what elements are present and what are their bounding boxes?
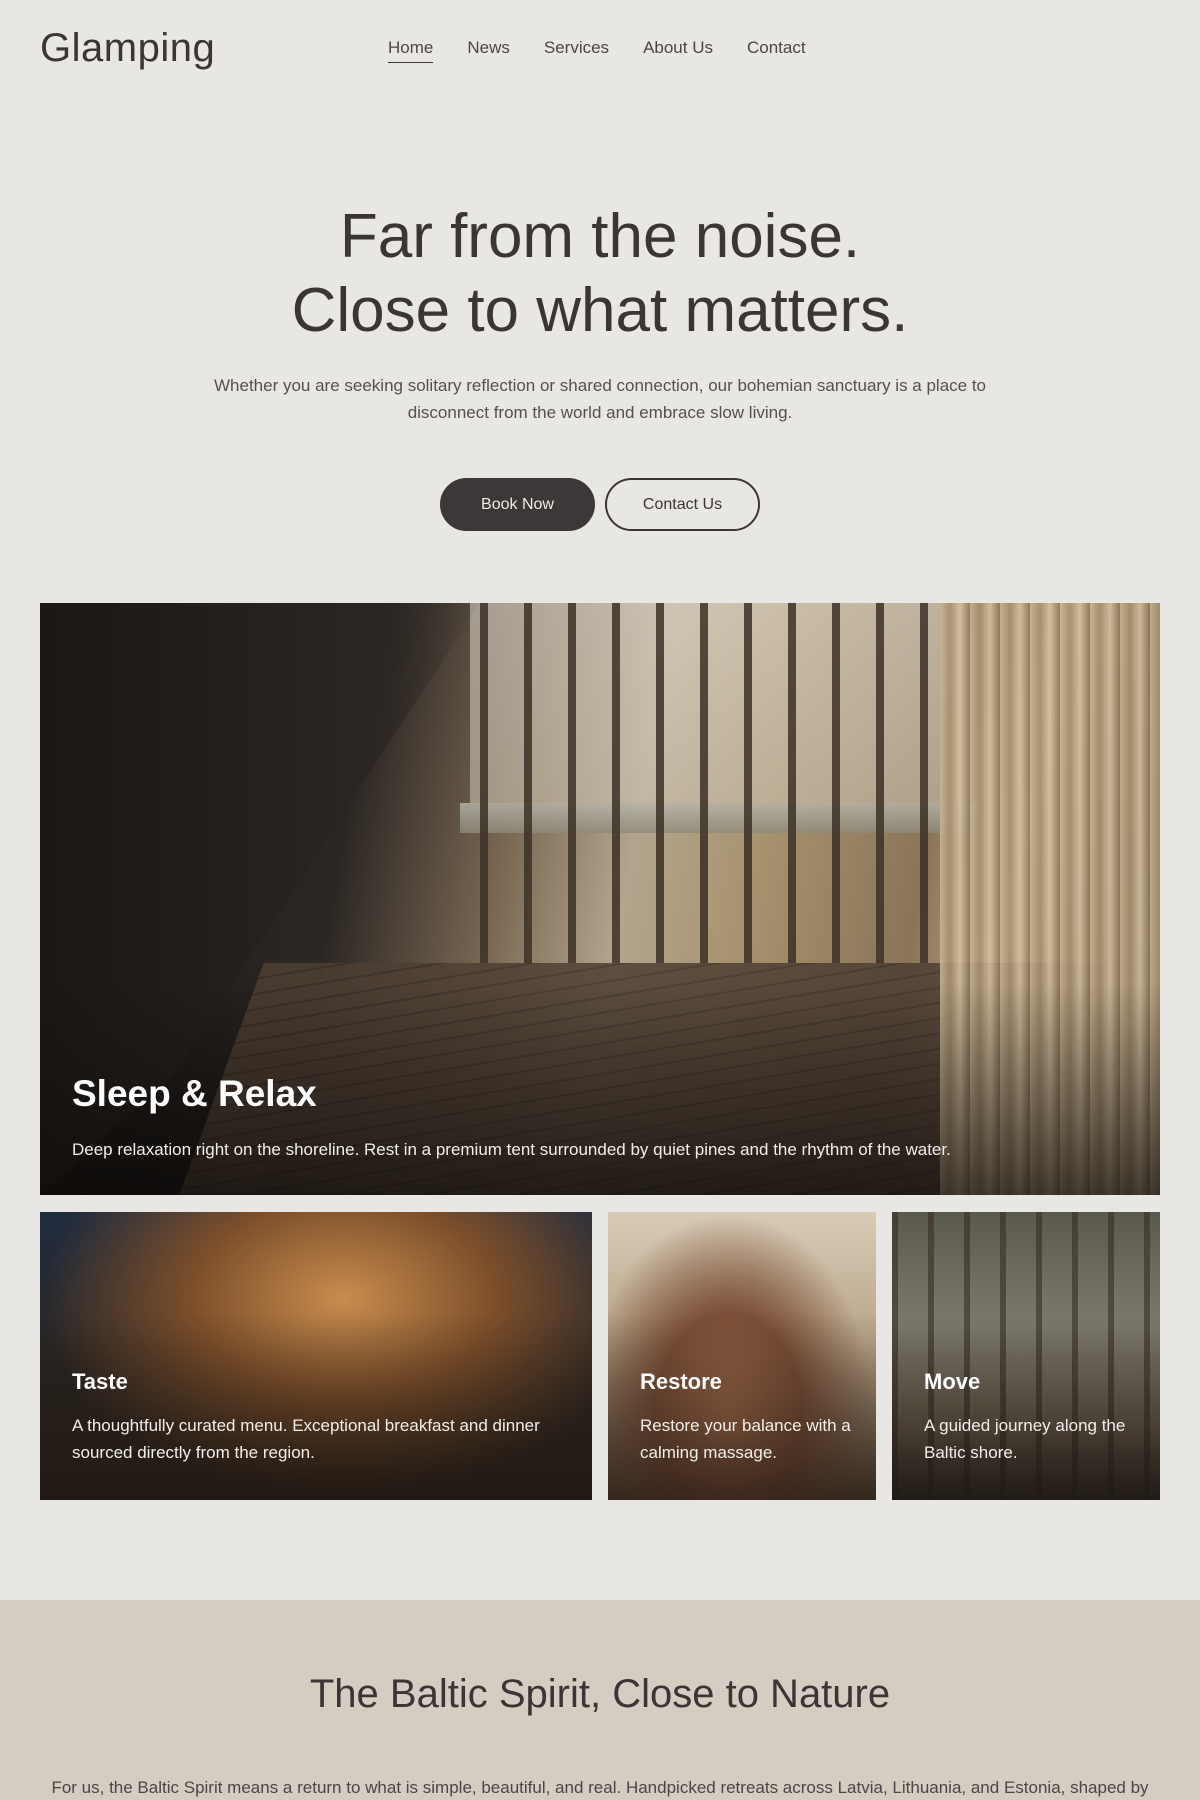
nav-about-us[interactable]: About Us (643, 38, 713, 63)
card-sleep-relax[interactable]: Sleep & Relax Deep relaxation right on t… (40, 603, 1160, 1195)
baltic-section: The Baltic Spirit, Close to Nature For u… (0, 1600, 1200, 1800)
card-title: Move (924, 1369, 981, 1394)
card-move[interactable]: Move A guided journey along the Baltic s… (892, 1212, 1160, 1500)
card-title: Restore (640, 1369, 722, 1394)
card-taste[interactable]: Taste A thoughtfully curated menu. Excep… (40, 1212, 592, 1500)
hero-title-line-1: Far from the noise. (339, 202, 861, 271)
hero-subtitle: Whether you are seeking solitary reflect… (213, 376, 987, 422)
baltic-title: The Baltic Spirit, Close to Nature (309, 1672, 891, 1716)
card-text: A guided journey along the Baltic shore. (924, 1416, 1126, 1462)
nav-home[interactable]: Home (388, 38, 434, 63)
card-restore[interactable]: Restore Restore your balance with a calm… (608, 1212, 876, 1500)
book-now-button[interactable]: Book Now (440, 478, 595, 531)
hero-title-line-2: Close to what matters. (291, 276, 909, 345)
card-text: Restore your balance with a calming mass… (640, 1416, 851, 1462)
card-title: Sleep & Relax (72, 1073, 317, 1114)
card-text: A thoughtfully curated menu. Exceptional… (72, 1416, 540, 1462)
card-title: Taste (72, 1369, 128, 1394)
hero-buttons: Book Now Contact Us (0, 478, 1200, 531)
site-header: Glamping Home News Services About Us Con… (0, 0, 1200, 100)
nav-news[interactable]: News (467, 38, 510, 63)
contact-us-button[interactable]: Contact Us (605, 478, 760, 531)
main-nav: Home News Services About Us Contact (388, 38, 806, 63)
site-logo[interactable]: Glamping (40, 26, 215, 71)
hero-image-trees (480, 603, 950, 963)
card-text: Deep relaxation right on the shoreline. … (72, 1140, 951, 1159)
nav-services[interactable]: Services (544, 38, 609, 63)
hero-title: Far from the noise. Close to what matter… (0, 200, 1200, 348)
baltic-text: For us, the Baltic Spirit means a return… (51, 1778, 1149, 1797)
nav-contact[interactable]: Contact (747, 38, 806, 63)
